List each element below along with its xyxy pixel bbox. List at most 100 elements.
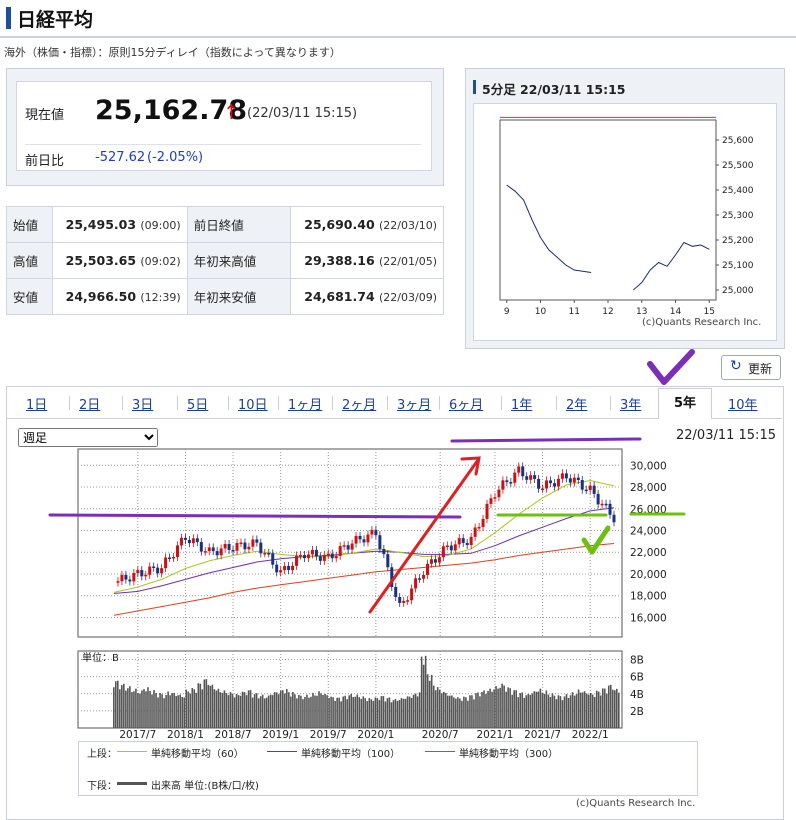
tab-period-5[interactable]: 10日 [238,394,268,413]
intraday-line-morning [506,184,592,273]
tab-period-4[interactable]: 5日 [187,394,208,413]
legend-ma100-label: 単純移動平均（100） [301,749,401,760]
tab-period-12[interactable]: 3年 [620,394,641,413]
y-tick-label: 25,400 [722,186,754,196]
intraday-panel: 5分足 22/03/11 15:15 25,000 25,100 25,200 25,… [465,68,785,349]
legend-upper-label: 上段： [87,749,117,760]
tab-period-9[interactable]: 6ヶ月 [449,394,483,413]
tab-separator [501,396,502,410]
main-chart-credit: (c)Quants Research Inc. [576,798,696,809]
tab-period-3[interactable]: 3日 [132,394,153,413]
ohlc-time: (12:39) [140,291,181,304]
ohlc-label: 安値 [6,278,53,315]
legend-ma300-swatch [425,751,455,752]
ohlc-time: (22/01/05) [379,255,437,268]
annotation-check-mark-purple [647,349,695,385]
y-tick-label: 25,100 [722,261,754,271]
intraday-plot-frame [499,119,717,301]
ohlc-value: 25,495.03 (09:00) [52,206,188,243]
tab-separator [610,396,611,410]
tab-separator [278,396,279,410]
tab-separator [387,396,388,410]
ohlc-label: 年初来高値 [186,242,291,279]
ohlc-label: 年初来安値 [186,278,291,315]
ohlc-time: (09:02) [140,255,181,268]
legend-ma60-label: 単純移動平均（60） [151,749,244,760]
ohlc-value: 29,388.16 (22/01/05) [289,242,445,279]
intraday-chart-box: 25,000 25,100 25,200 25,300 25,400 25,500 25,6… [473,103,777,341]
ohlc-row: 始値 25,495.03 (09:00) 前日終値 25,690.40 (22/03/… [6,206,445,243]
tab-separator [556,396,557,410]
up-arrow-icon: ↑ [223,100,240,124]
tab-period-2[interactable]: 2日 [79,394,100,413]
x-tick-label: 11 [569,307,580,317]
volume-unit-label: 単位：B [82,653,119,664]
refresh-icon: ↻ [730,358,742,374]
tab-separator [177,396,178,410]
tab-period-8[interactable]: 3ヶ月 [397,394,431,413]
x-tick-label: 12 [602,307,613,317]
legend-volume-label: 出来高 単位:(B株/口/枚) [151,781,259,792]
legend-ma60-swatch [117,751,147,752]
y-tick-label: 25,200 [722,236,754,246]
tab-period-11[interactable]: 2年 [566,394,587,413]
y-tick-label: 25,000 [722,286,754,296]
x-tick-label: 9 [504,307,510,317]
ohlc-label: 高値 [6,242,53,279]
tab-period-7[interactable]: 2ヶ月 [342,394,376,413]
quote-panel: 現在値 25,162.78 ↑ (22/03/11 15:15) 前日比 -52… [6,68,444,186]
tab-period-6[interactable]: 1ヶ月 [288,394,322,413]
y-tick-label: 25,500 [722,161,754,171]
chart-legend: 上段： 単純移動平均（60） 単純移動平均（100） 単純移動平均（300） 下… [78,741,698,796]
chart-timestamp: 22/03/11 15:15 [676,428,776,443]
change-value: -527.62 [95,150,146,165]
legend-volume-swatch [117,782,147,785]
refresh-label: 更新 [748,362,773,376]
ohlc-row: 安値 24,966.50 (12:39) 年初来安値 24,681.74 (22/03… [6,278,445,315]
ohlc-time: (09:00) [140,219,181,232]
tab-separator [228,396,229,410]
delay-notice: 海外（株価・指標）：原則15分ディレイ（指数によって異なります） [4,46,341,59]
change-label: 前日比 [25,154,65,169]
intraday-accent [473,80,476,94]
tab-separator [69,396,70,410]
y-tick-label: 25,300 [722,211,754,221]
x-tick-label: 10 [535,307,547,317]
x-tick-label: 14 [670,307,682,317]
intraday-header: 5分足 22/03/11 15:15 [482,82,626,97]
intraday-credit: (c)Quants Research Inc. [642,317,762,328]
refresh-button[interactable]: ↻ 更新 [721,355,781,380]
ohlc-time: (22/03/10) [379,219,437,232]
y-tick-label: 25,600 [722,136,754,146]
ohlc-value: 25,503.65 (09:02) [52,242,188,279]
title-accent-bar [6,7,11,29]
legend-ma100-swatch [267,751,297,752]
price-label: 現在値 [25,108,65,123]
ohlc-label: 始値 [6,206,53,243]
change-percent: (-2.05%) [147,150,204,165]
intraday-line-afternoon [632,241,710,291]
ohlc-table: 始値 25,495.03 (09:00) 前日終値 25,690.40 (22/03/… [6,206,445,315]
tab-separator [332,396,333,410]
ohlc-time: (22/03/09) [379,291,437,304]
tab-separator [122,396,123,410]
tab-period-14[interactable]: 10年 [728,394,758,413]
page-header [0,0,796,38]
tab-period-1[interactable]: 1日 [26,394,47,413]
ohlc-value: 24,966.50 (12:39) [52,278,188,315]
tab-period-10[interactable]: 1年 [511,394,532,413]
quote-divider [25,144,421,145]
price-time: (22/03/11 15:15) [247,106,358,121]
chart-interval-select[interactable]: 週足 [18,428,158,447]
x-tick-label: 13 [636,307,647,317]
tab-period-13[interactable]: 5年 [658,388,712,419]
period-tabs: 1日 2日 3日 5日 10日 1ヶ月 2ヶ月 3ヶ月 6ヶ月 1年 2年 3年 5年 10年 [6,388,782,419]
ohlc-label: 前日終値 [186,206,291,243]
ohlc-row: 高値 25,503.65 (09:02) 年初来高値 29,388.16 (22/01… [6,242,445,279]
tab-separator [439,396,440,410]
legend-lower-label: 下段： [87,781,117,792]
ohlc-value: 24,681.74 (22/03/09) [289,278,445,315]
intraday-chart: 25,000 25,100 25,200 25,300 25,400 25,500 25,6… [499,116,754,317]
ohlc-value: 25,690.40 (22/03/10) [289,206,445,243]
page-title: 日経平均 [17,9,94,31]
